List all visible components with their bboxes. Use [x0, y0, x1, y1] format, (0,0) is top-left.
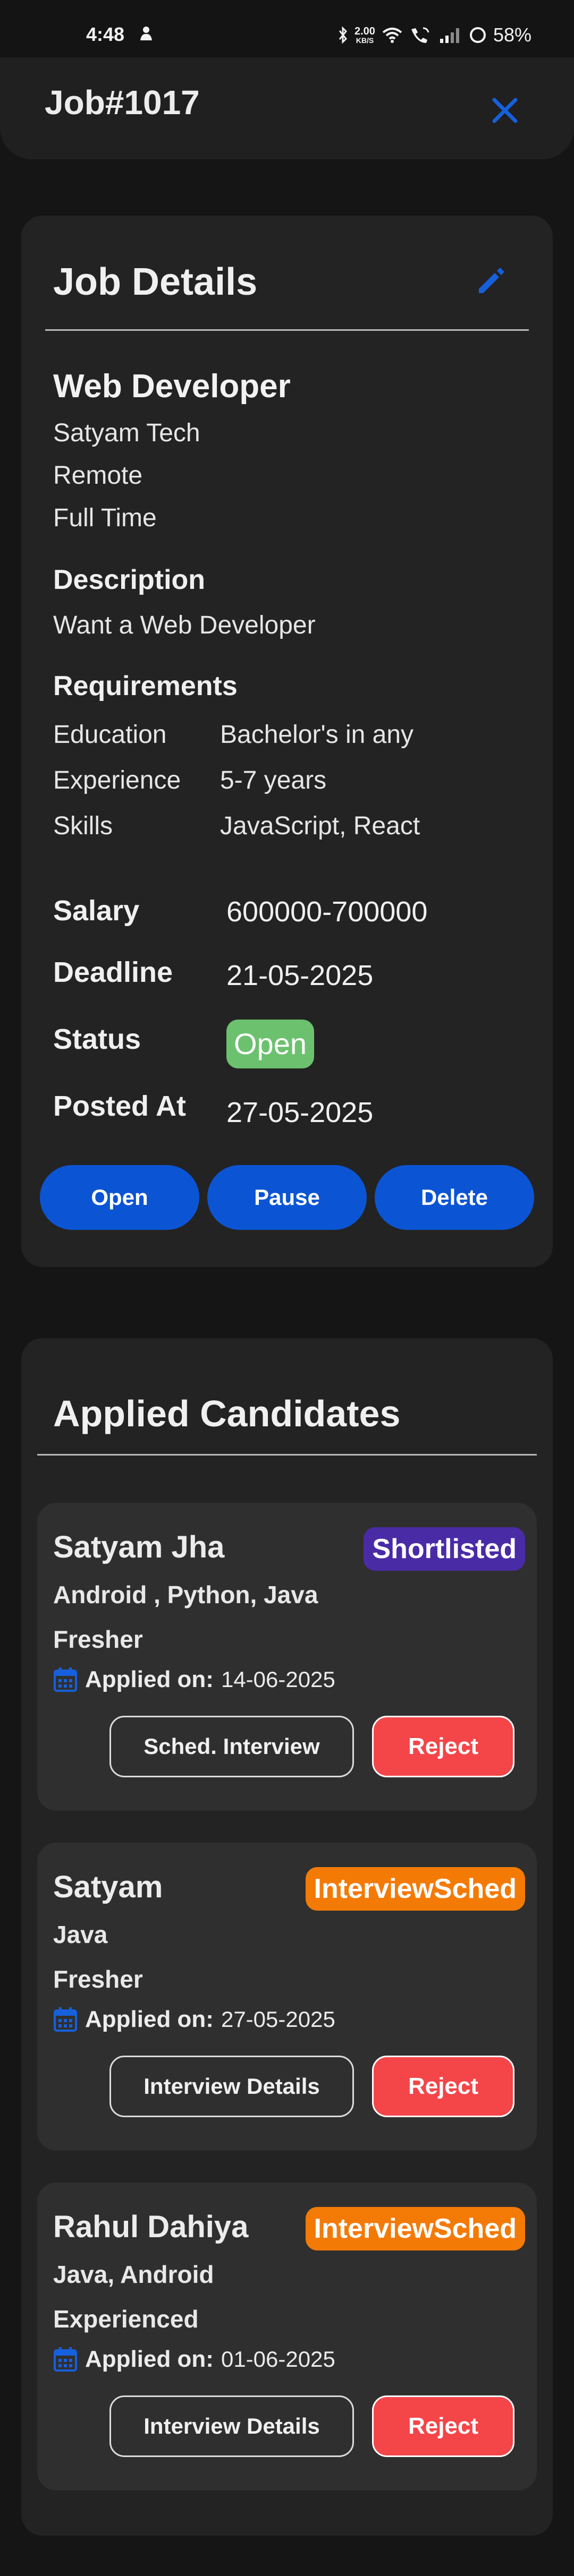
salary-label: Salary [53, 895, 140, 927]
calendar-icon [54, 2007, 77, 2032]
battery-icon [469, 27, 486, 43]
candidate-skills: Java, Android [53, 2261, 214, 2288]
deadline-value: 21-05-2025 [226, 960, 374, 991]
job-details-heading: Job Details [53, 261, 258, 303]
applied-on-date: 14-06-2025 [221, 1667, 335, 1692]
applied-candidates-heading: Applied Candidates [53, 1393, 401, 1434]
candidate-applied-on: Applied on: 27-05-2025 [53, 2006, 335, 2033]
requirements-label: Requirements [53, 671, 238, 701]
close-icon [492, 98, 518, 123]
pencil-icon [479, 268, 504, 293]
pause-button[interactable]: Pause [207, 1165, 367, 1230]
reject-button[interactable]: Reject [372, 2395, 514, 2457]
applied-on-label: Applied on: [85, 2346, 214, 2372]
network-speed-unit: KB/S [356, 36, 374, 45]
candidates-divider [37, 1454, 537, 1456]
calendar-icon [54, 1667, 77, 1692]
requirement-experience-value: 5-7 years [220, 766, 327, 794]
wifi-call-icon [411, 27, 429, 43]
job-title: Web Developer [53, 368, 291, 405]
applied-candidates-card: Applied Candidates Satyam Jha Shortliste… [21, 1338, 553, 2536]
job-company: Satyam Tech [53, 419, 200, 447]
status-indicators: 2.00 KB/S 58% [337, 23, 531, 47]
schedule-interview-button[interactable]: Sched. Interview [109, 1716, 354, 1777]
requirement-education-key: Education [53, 721, 167, 749]
status-label: Status [53, 1023, 141, 1055]
network-speed: 2.00 KB/S [354, 26, 375, 44]
reject-button[interactable]: Reject [372, 2056, 514, 2117]
candidate-name: Satyam Jha [53, 1530, 225, 1564]
candidate-status-badge: InterviewSched [305, 2207, 525, 2250]
description-label: Description [53, 564, 206, 595]
candidate-experience: Fresher [53, 1625, 143, 1653]
status-badge: Open [226, 1020, 314, 1068]
close-button[interactable] [485, 90, 525, 131]
posted-at-label: Posted At [53, 1090, 187, 1122]
candidate-status-badge: Shortlisted [364, 1527, 525, 1571]
bluetooth-icon [339, 26, 348, 44]
candidate-status-badge: InterviewSched [305, 1867, 525, 1911]
network-speed-value: 2.00 [354, 25, 375, 37]
candidate-experience: Experienced [53, 2305, 199, 2333]
job-type: Full Time [53, 504, 157, 532]
candidate-name: Rahul Dahiya [53, 2210, 249, 2244]
posted-at-value: 27-05-2025 [226, 1097, 374, 1128]
candidate-applied-on: Applied on: 14-06-2025 [53, 1666, 335, 1693]
calendar-icon [54, 2347, 77, 2372]
candidate-card[interactable]: Satyam InterviewSched Java Fresher Appli… [37, 1843, 537, 2151]
requirement-experience-key: Experience [53, 766, 181, 794]
salary-value: 600000-700000 [226, 896, 428, 928]
applied-on-label: Applied on: [85, 2006, 214, 2032]
candidate-skills: Android , Python, Java [53, 1581, 318, 1608]
candidate-card[interactable]: Rahul Dahiya InterviewSched Java, Androi… [37, 2183, 537, 2491]
interview-details-button[interactable]: Interview Details [109, 2395, 354, 2457]
job-location: Remote [53, 461, 143, 490]
signal-icon [440, 28, 459, 43]
job-details-divider [45, 329, 529, 331]
status-time: 4:48 [86, 23, 125, 45]
open-button[interactable]: Open [40, 1165, 199, 1230]
page-title: Job#1017 [45, 83, 200, 122]
deadline-label: Deadline [53, 956, 173, 988]
delete-button[interactable]: Delete [375, 1165, 534, 1230]
requirement-education-value: Bachelor's in any [220, 721, 414, 749]
interview-details-button[interactable]: Interview Details [109, 2056, 354, 2117]
candidate-skills: Java [53, 1921, 108, 1948]
status-bar: 4:48 2.00 KB/S 58% [0, 0, 574, 58]
edit-job-button[interactable] [470, 259, 513, 302]
candidate-name: Satyam [53, 1870, 163, 1904]
candidate-applied-on: Applied on: 01-06-2025 [53, 2346, 335, 2373]
battery-percent: 58% [493, 24, 531, 46]
requirement-skills-value: JavaScript, React [220, 812, 420, 840]
reject-button[interactable]: Reject [372, 1716, 514, 1777]
applied-on-date: 27-05-2025 [221, 2007, 335, 2032]
job-description: Want a Web Developer [53, 611, 316, 639]
applied-on-label: Applied on: [85, 1666, 214, 1692]
wifi-icon [382, 28, 402, 43]
requirement-skills-key: Skills [53, 812, 113, 840]
job-details-card: Job Details Web Developer Satyam Tech Re… [21, 216, 553, 1267]
notification-app-icon [140, 27, 152, 40]
candidate-experience: Fresher [53, 1965, 143, 1993]
top-header: Job#1017 [0, 57, 574, 159]
candidate-card[interactable]: Satyam Jha Shortlisted Android , Python,… [37, 1503, 537, 1811]
applied-on-date: 01-06-2025 [221, 2347, 335, 2372]
